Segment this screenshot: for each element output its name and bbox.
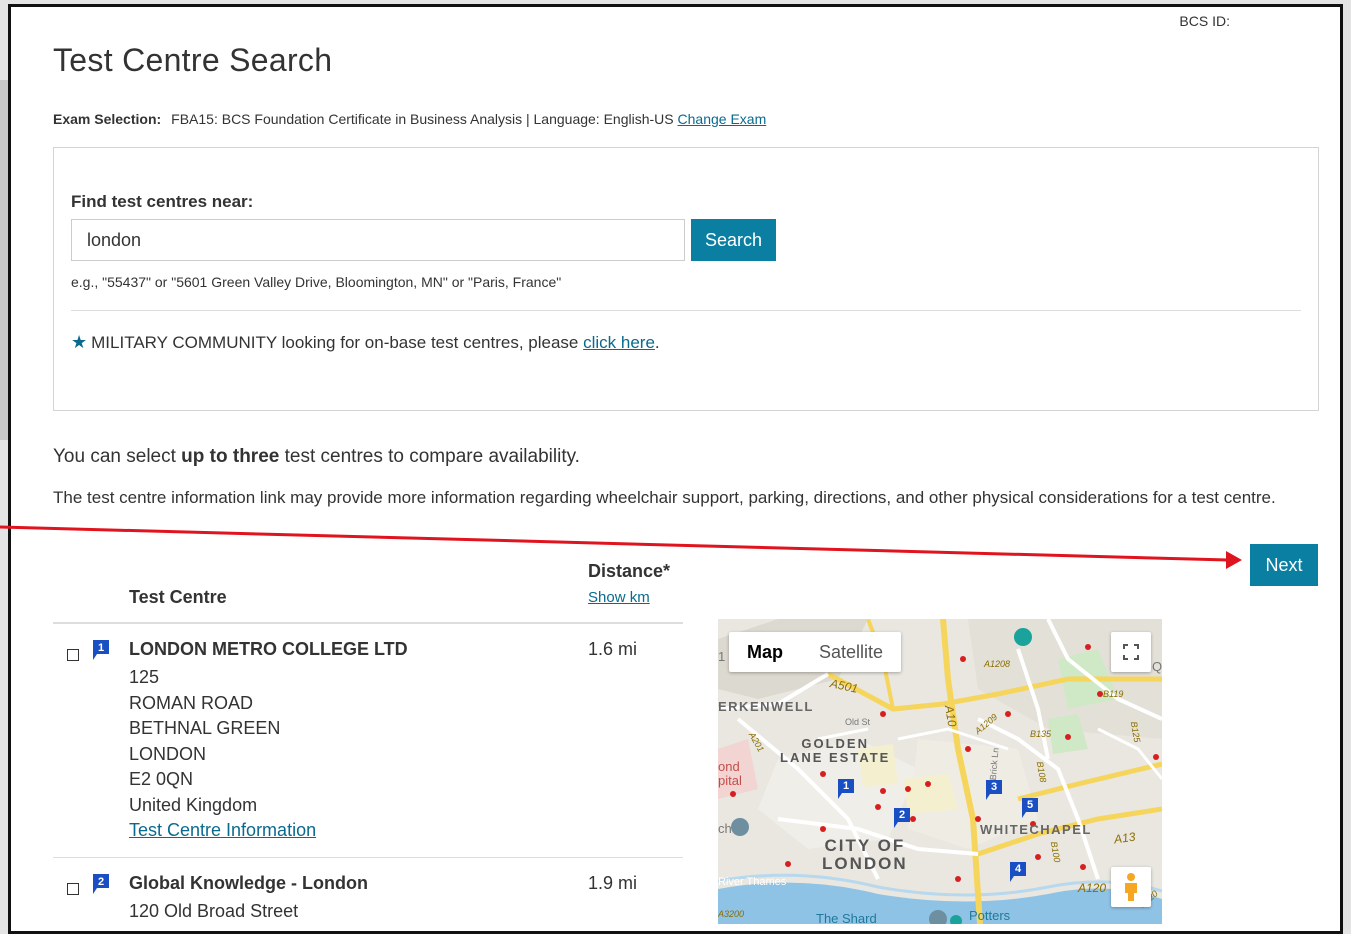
address-line: 120 Old Broad Street — [129, 901, 299, 921]
map-marker-4[interactable]: 4 — [1008, 861, 1030, 885]
military-text: MILITARY COMMUNITY looking for on-base t… — [91, 333, 579, 352]
marker-flag-icon: 2 — [91, 873, 113, 897]
exam-selection-label: Exam Selection: — [53, 111, 162, 127]
page-title: Test Centre Search — [53, 42, 333, 78]
marker-flag-number: 1 — [98, 642, 104, 654]
military-click-here-link[interactable]: click here — [583, 333, 655, 352]
map-label-the-shard: The Shard — [816, 911, 877, 924]
test-centre-info-note: The test centre information link may pro… — [53, 488, 1276, 507]
row-divider — [53, 857, 683, 858]
result-distance: 1.6 mi — [588, 639, 638, 659]
map-marker-number: 3 — [990, 781, 998, 793]
select-post: test centres to compare availability. — [284, 446, 580, 467]
map-label-river-thames: River Thames — [718, 876, 787, 888]
map-label-city-of-london: CITY OF LONDON — [822, 836, 908, 873]
map-marker-5[interactable]: 5 — [1020, 797, 1042, 821]
address-line: ROMAN ROAD — [129, 692, 254, 713]
map-label-erkenwell: ERKENWELL — [718, 699, 814, 714]
road-label-b135: B135 — [1030, 729, 1052, 739]
result-address: 120 Old Broad Street — [129, 899, 298, 925]
bcs-id-label: BCS ID: — [1179, 13, 1230, 29]
road-label-a120: A120 — [1078, 881, 1107, 895]
search-input[interactable] — [71, 219, 685, 261]
column-header-distance: Distance* — [588, 561, 671, 581]
result-row: 2 Global Knowledge - London 1.9 mi 120 O… — [53, 873, 683, 933]
result-name: LONDON METRO COLLEGE LTD — [129, 639, 408, 659]
address-line: LONDON — [129, 743, 207, 764]
page-frame: BCS ID: Test Centre Search Exam Selectio… — [8, 4, 1343, 934]
header-rule — [53, 622, 683, 624]
road-label-old-st: Old St — [845, 717, 871, 727]
map-marker-number: 5 — [1026, 799, 1034, 811]
column-header-test-centre: Test Centre — [129, 587, 227, 607]
map-marker-1[interactable]: 1 — [836, 778, 858, 802]
road-label-a1208: A1208 — [984, 659, 1011, 669]
map-marker-number: 2 — [898, 809, 906, 821]
map-tab[interactable]: Map — [729, 632, 801, 672]
map-type-toggle: Map Satellite — [729, 632, 902, 672]
marker-flag-icon: 1 — [91, 639, 113, 663]
search-panel: Find test centres near: Search e.g., "55… — [53, 147, 1319, 411]
road-label-a13: A13 — [1113, 829, 1137, 847]
address-line: United Kingdom — [129, 794, 258, 815]
map-label-ond: ond — [718, 759, 740, 774]
map-label-q: Q — [1152, 659, 1162, 674]
result-checkbox[interactable] — [67, 649, 79, 661]
map-label-1: 1 — [718, 649, 726, 664]
map-view[interactable]: ERKENWELL GOLDEN LANE ESTATE CITY OF LON… — [718, 619, 1162, 924]
road-label-b119: B119 — [1103, 689, 1124, 699]
exam-selection-text: FBA15: BCS Foundation Certificate in Bus… — [171, 111, 674, 127]
military-suffix: . — [654, 333, 660, 352]
pegman-icon[interactable] — [1111, 867, 1151, 907]
result-row: 1 LONDON METRO COLLEGE LTD 1.6 mi 125 RO… — [53, 639, 683, 849]
next-button[interactable]: Next — [1250, 544, 1318, 586]
search-button[interactable]: Search — [691, 219, 776, 261]
star-icon: ★ — [71, 332, 88, 352]
address-line: BETHNAL GREEN — [129, 718, 281, 738]
exam-selection: Exam Selection: FBA15: BCS Foundation Cer… — [53, 111, 766, 127]
map-label-pital: pital — [718, 773, 742, 788]
result-name: Global Knowledge - London — [129, 873, 368, 893]
map-marker-number: 4 — [1014, 863, 1022, 875]
fullscreen-icon[interactable] — [1111, 632, 1151, 672]
select-bold: up to three — [181, 446, 280, 467]
change-exam-link[interactable]: Change Exam — [678, 111, 767, 127]
show-km-link[interactable]: Show km — [588, 589, 650, 606]
road-label-a3200: A3200 — [718, 909, 745, 919]
satellite-tab[interactable]: Satellite — [801, 632, 901, 672]
military-notice: ★ MILITARY COMMUNITY looking for on-base … — [71, 332, 660, 353]
map-label-ch: ch — [718, 821, 732, 836]
divider — [71, 310, 1301, 311]
map-marker-3[interactable]: 3 — [984, 779, 1006, 803]
map-label-whitechapel: WHITECHAPEL — [980, 822, 1092, 837]
select-instructions: You can select up to three test centres … — [53, 446, 580, 468]
result-distance: 1.9 mi — [588, 873, 638, 893]
search-example: e.g., "55437" or "5601 Green Valley Driv… — [71, 274, 562, 290]
map-marker-2[interactable]: 2 — [892, 807, 914, 831]
result-checkbox[interactable] — [67, 883, 79, 895]
address-line: 125 — [129, 667, 160, 687]
select-pre: You can select — [53, 446, 176, 467]
marker-flag-number: 2 — [98, 876, 104, 888]
address-line: E2 0QN — [129, 769, 194, 789]
map-label-potters: Potters — [969, 908, 1011, 923]
result-address: 125 ROMAN ROAD BETHNAL GREEN LONDON E2 0… — [129, 665, 316, 844]
map-marker-number: 1 — [842, 780, 850, 792]
find-label: Find test centres near: — [71, 192, 254, 211]
map-label-golden-lane: GOLDEN LANE ESTATE — [780, 736, 891, 765]
test-centre-info-link[interactable]: Test Centre Information — [129, 820, 316, 840]
